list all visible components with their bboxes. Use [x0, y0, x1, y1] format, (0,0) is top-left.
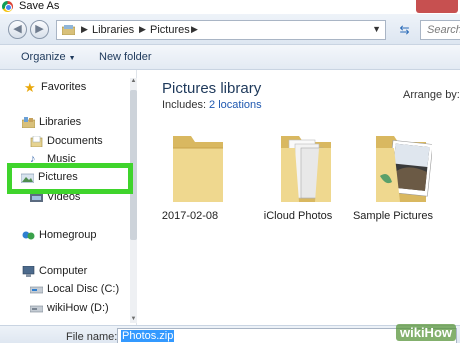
chrome-icon [2, 1, 13, 12]
organize-button[interactable]: Organize ▼ [21, 51, 76, 63]
crumb-pictures[interactable]: Pictures [150, 24, 190, 36]
drive-icon [30, 305, 43, 313]
search-placeholder: Search [427, 24, 460, 36]
includes-label: Includes: [162, 99, 207, 111]
content-pane: Pictures library Includes: 2 locations Ar… [145, 70, 460, 325]
new-folder-button[interactable]: New folder [99, 51, 152, 63]
chevron-right-icon[interactable]: ▶ [191, 24, 198, 35]
scroll-down-icon[interactable]: ▼ [130, 316, 137, 323]
save-panel: File name: Photos.zip [0, 325, 460, 343]
sidebar-item-pictures[interactable]: Pictures [7, 163, 133, 194]
folder-label: 2017-02-08 [161, 210, 219, 222]
homegroup-icon [22, 231, 35, 240]
caret-down-icon: ▼ [68, 55, 76, 62]
nav-scrollbar[interactable]: ▲ ▼ [130, 78, 137, 323]
title-bar: Save As [0, 0, 460, 14]
pictures-icon [21, 173, 34, 183]
documents-icon [30, 136, 43, 147]
folder-label: Sample Pictures [352, 210, 434, 222]
address-bar: ◀ ▶ ▶ Libraries ▶ Pictures ▶ ▼ ⇆ Search [0, 14, 460, 45]
folder-item[interactable]: iCloud Photos [253, 126, 343, 236]
organize-label: Organize [21, 51, 66, 63]
chevron-down-icon[interactable]: ▼ [372, 24, 381, 34]
arrange-by-label[interactable]: Arrange by: [403, 89, 460, 101]
folder-item[interactable]: 2017-02-08 [145, 126, 235, 236]
search-input[interactable]: Search [420, 20, 460, 40]
file-name-value: Photos.zip [121, 330, 175, 342]
drive-icon [30, 286, 43, 294]
crumb-libraries[interactable]: Libraries [92, 24, 134, 36]
folder-label: iCloud Photos [263, 210, 333, 222]
refresh-icon[interactable]: ⇆ [396, 22, 413, 38]
back-button[interactable]: ◀ [8, 20, 27, 39]
scroll-up-icon[interactable]: ▲ [130, 78, 137, 85]
chevron-right-icon[interactable]: ▶ [139, 24, 146, 35]
folder-item[interactable]: Sample Pictures [348, 126, 438, 236]
command-bar: Organize ▼ New folder [0, 45, 460, 70]
library-icon [62, 25, 75, 35]
folder-icon [376, 136, 432, 202]
forward-button[interactable]: ▶ [30, 20, 49, 39]
computer-icon [22, 266, 35, 277]
close-button[interactable] [416, 0, 458, 13]
includes-info: Includes: 2 locations [162, 99, 262, 111]
star-icon: ★ [24, 80, 36, 95]
music-icon: ♪ [30, 153, 36, 165]
file-name-label: File name: [66, 331, 118, 343]
libraries-icon [22, 117, 35, 128]
folder-icon [173, 136, 223, 202]
page-title: Pictures library [162, 80, 262, 97]
chevron-right-icon[interactable]: ▶ [81, 24, 88, 35]
breadcrumb[interactable]: ▶ Libraries ▶ Pictures ▶ ▼ [56, 20, 386, 40]
navigation-pane: ★ Favorites Libraries Documents ♪ Music … [0, 70, 137, 325]
folder-icon [281, 136, 331, 202]
window-title: Save As [19, 0, 60, 12]
locations-link[interactable]: 2 locations [209, 99, 262, 111]
wikihow-watermark: wikiHow [395, 324, 456, 341]
